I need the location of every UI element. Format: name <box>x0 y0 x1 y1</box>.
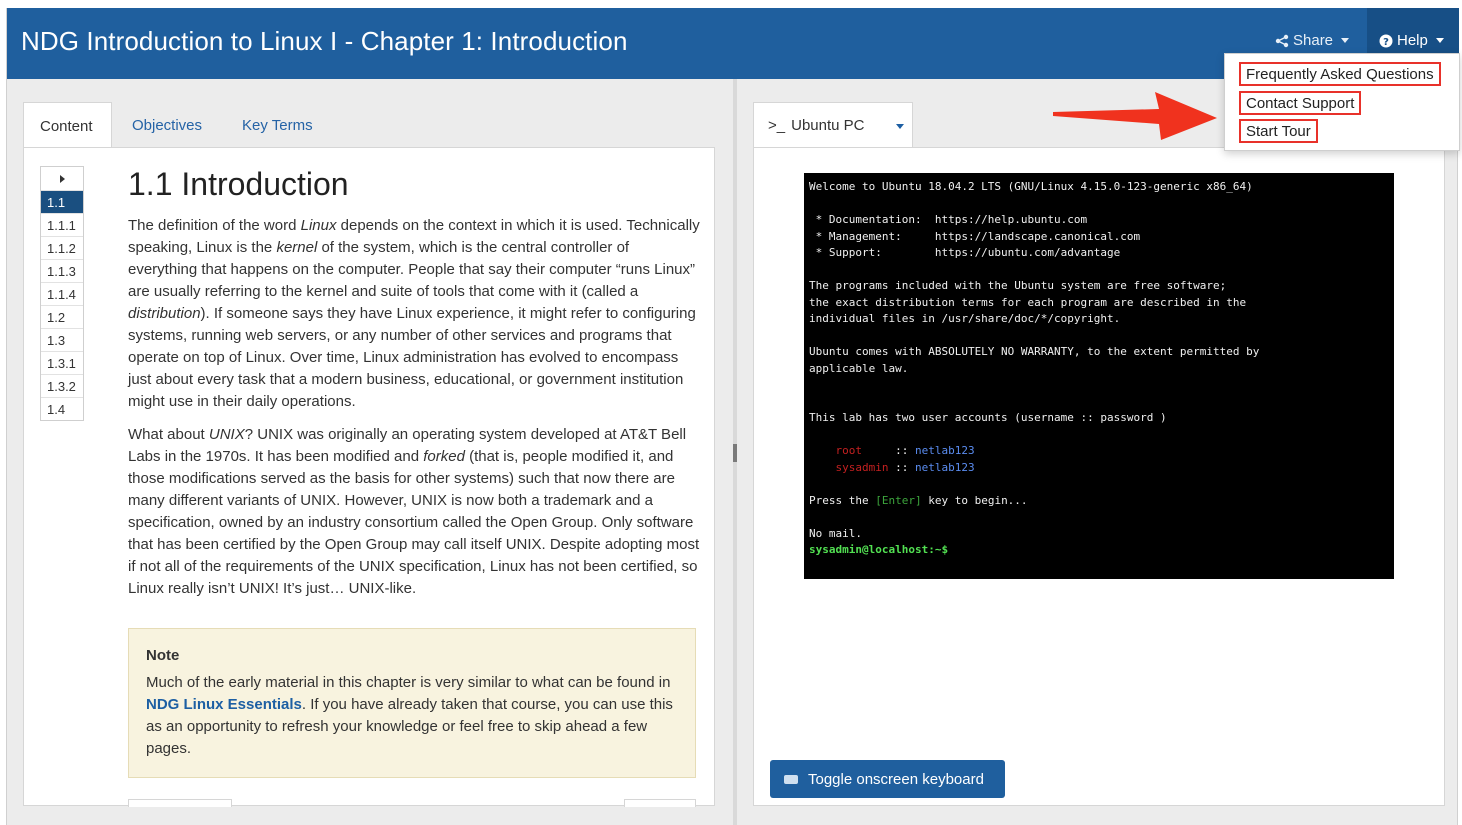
terminal-username: root <box>835 444 863 457</box>
share-label: Share <box>1293 32 1334 49</box>
terminal-prompt: sysadmin@localhost:~$ <box>809 543 949 556</box>
terminal-icon: >_ <box>768 117 786 134</box>
section-heading: 1.1 Introduction <box>128 166 349 202</box>
app-frame: NDG Introduction to Linux I - Chapter 1:… <box>6 8 1460 825</box>
terminal-line: applicable law. <box>809 361 909 375</box>
ndg-linux-essentials-link[interactable]: NDG Linux Essentials <box>146 696 302 713</box>
terminal-line: No mail. <box>809 526 862 540</box>
terminal-separator: :: <box>895 444 909 457</box>
toc-item-1-1-2[interactable]: 1.1.2 <box>41 236 83 259</box>
toc-item-1-3-1[interactable]: 1.3.1 <box>41 351 83 374</box>
prev-button-edge[interactable] <box>128 799 232 807</box>
toc-item-1-3-2[interactable]: 1.3.2 <box>41 374 83 397</box>
red-arrow-annotation <box>1053 92 1217 140</box>
toc-item-1-1[interactable]: 1.1 <box>41 190 83 213</box>
page-title: NDG Introduction to Linux I - Chapter 1:… <box>21 26 628 56</box>
terminal-line: * Support: https://ubuntu.com/advantage <box>809 246 1121 259</box>
toc-item-1-2[interactable]: 1.2 <box>41 305 83 328</box>
content-panel: 1.1 1.1.1 1.1.2 1.1.3 1.1.4 1.2 1.3 1.3.… <box>23 147 715 807</box>
note-text: Much of the early material in this chapt… <box>146 672 678 760</box>
toc-item-1-1-1[interactable]: 1.1.1 <box>41 213 83 236</box>
keyboard-icon <box>784 774 798 784</box>
terminal-line: Welcome to Ubuntu 18.04.2 LTS (GNU/Linux… <box>809 180 1253 193</box>
terminal-line: Press the <box>809 493 876 507</box>
terminal-line: individual files in /usr/share/doc/*/cop… <box>809 312 1121 325</box>
terminal-line: * Management: https://landscape.canonica… <box>809 229 1141 243</box>
tab-content[interactable]: Content <box>23 102 112 148</box>
menu-item-faq[interactable]: Frequently Asked Questions <box>1239 62 1441 86</box>
lab-pane: >_ Ubuntu PC Welcome to Ubuntu 18.04.2 L… <box>753 102 1445 806</box>
svg-text:?: ? <box>1383 37 1389 48</box>
terminal-line: key to begin... <box>921 493 1028 507</box>
article-paragraph: The definition of the word Linux depends… <box>128 217 700 410</box>
question-circle-icon: ? <box>1379 34 1393 48</box>
content-pane: Content Objectives Key Terms 1.1 1.1.1 1… <box>23 98 715 807</box>
help-dropdown-menu: Frequently Asked Questions Contact Suppo… <box>1224 53 1460 151</box>
article: 1.1 Introduction The definition of the w… <box>128 166 700 611</box>
splitter-handle[interactable] <box>733 444 737 462</box>
note-text-part: Much of the early material in this chapt… <box>146 674 671 691</box>
toc-item-1-3[interactable]: 1.3 <box>41 328 83 351</box>
tab-key-terms[interactable]: Key Terms <box>242 102 313 148</box>
article-paragraph: What about UNIX? UNIX was originally an … <box>128 426 700 597</box>
terminal-line: * Documentation: https://help.ubuntu.com <box>809 213 1088 226</box>
menu-item-start-tour[interactable]: Start Tour <box>1239 119 1318 143</box>
section-nav: 1.1 1.1.1 1.1.2 1.1.3 1.1.4 1.2 1.3 1.3.… <box>40 166 84 421</box>
menu-item-contact-support[interactable]: Contact Support <box>1239 91 1362 115</box>
toc-item-1-4[interactable]: 1.4 <box>41 397 83 420</box>
tab-objectives[interactable]: Objectives <box>132 102 202 148</box>
terminal-line: This lab has two user accounts (username… <box>809 411 1167 424</box>
terminal-separator: :: <box>895 460 909 474</box>
help-label: Help <box>1397 32 1428 49</box>
share-button[interactable]: Share <box>1275 32 1350 49</box>
chevron-down-icon <box>1435 38 1444 43</box>
toggle-keyboard-button[interactable]: Toggle onscreen keyboard <box>770 760 1005 798</box>
terminal-password: netlab123 <box>914 460 975 474</box>
terminal-username: sysadmin <box>835 460 889 474</box>
chevron-down-icon[interactable] <box>896 124 905 129</box>
note-title: Note <box>146 647 180 664</box>
note-callout: Note Much of the early material in this … <box>128 628 696 778</box>
caret-right-icon <box>59 174 65 183</box>
content-tabs: Content Objectives Key Terms <box>23 98 715 148</box>
terminal-line: Ubuntu comes with ABSOLUTELY NO WARRANTY… <box>809 345 1260 358</box>
terminal-line: The programs included with the Ubuntu sy… <box>809 279 1227 292</box>
toggle-keyboard-label: Toggle onscreen keyboard <box>808 770 984 788</box>
terminal-panel: Welcome to Ubuntu 18.04.2 LTS (GNU/Linux… <box>753 147 1445 806</box>
terminal-password: netlab123 <box>915 444 975 457</box>
toc-item-1-1-4[interactable]: 1.1.4 <box>41 282 83 305</box>
toc-item-1-1-3[interactable]: 1.1.3 <box>41 259 83 282</box>
toc-toggle[interactable] <box>41 167 83 190</box>
tab-label: Ubuntu PC <box>791 117 865 134</box>
tab-ubuntu-pc[interactable]: >_ Ubuntu PC <box>753 102 913 148</box>
next-button-edge[interactable] <box>624 799 696 807</box>
chevron-down-icon <box>1341 38 1350 43</box>
share-icon <box>1275 34 1289 47</box>
terminal-screen[interactable]: Welcome to Ubuntu 18.04.2 LTS (GNU/Linux… <box>804 173 1394 579</box>
terminal-key-hint: [Enter] <box>875 493 922 507</box>
terminal-line: the exact distribution terms for each pr… <box>809 295 1247 309</box>
